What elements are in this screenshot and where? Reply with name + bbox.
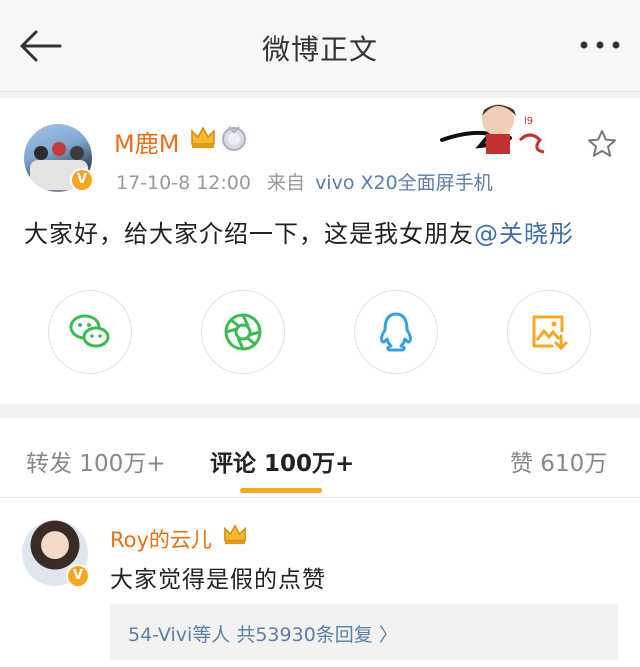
page-title: 微博正文: [261, 33, 378, 66]
verified-badge-icon: V: [70, 168, 94, 192]
replies-link[interactable]: 54-Vivi等人 共53930条回复 〉: [110, 604, 618, 660]
moments-icon: [224, 313, 262, 351]
save-image-button[interactable]: [507, 290, 591, 374]
post-body: 大家好，给大家介绍一下，这是我女朋友: [24, 220, 474, 248]
crown-icon: [224, 524, 246, 545]
medal-icon: [222, 126, 246, 151]
svg-text:l9: l9: [524, 116, 533, 127]
share-qq-button[interactable]: [354, 290, 438, 374]
post-username[interactable]: M鹿M: [114, 124, 179, 159]
nav-bar: 微博正文: [0, 0, 640, 92]
active-tab-indicator: [240, 488, 322, 493]
source-prefix: 来自: [267, 172, 306, 194]
qq-icon: [380, 312, 412, 352]
comment-item: V Roy的云儿 大家觉得是假的点赞 54-Vivi等人 共53930条回复 〉: [0, 498, 640, 667]
tab-like[interactable]: 赞 610万: [510, 444, 607, 478]
mention-link[interactable]: @关晓彤: [474, 220, 574, 248]
tab-repost[interactable]: 转发 100万+: [26, 444, 165, 478]
verified-badge-icon: V: [66, 564, 90, 588]
share-wechat-button[interactable]: [48, 290, 132, 374]
crown-icon: [191, 126, 215, 148]
interaction-tabs: 转发 100万+ 评论 100万+ 赞 610万: [0, 418, 640, 498]
save-image-icon: [532, 315, 568, 351]
wechat-icon: [69, 314, 110, 348]
tab-comment[interactable]: 评论 100万+: [210, 444, 354, 478]
comment-text: 大家觉得是假的点赞: [110, 567, 326, 593]
more-dots-icon[interactable]: [578, 30, 622, 60]
commenter-username[interactable]: Roy的云儿: [110, 524, 212, 554]
post-time: 17-10-8 12:00: [116, 172, 251, 194]
post-source[interactable]: vivo X20全面屏手机: [315, 172, 493, 194]
post-text: 大家好，给大家介绍一下，这是我女朋友@关晓彤: [24, 214, 574, 249]
favorite-star-icon[interactable]: [586, 128, 618, 160]
post-meta: 17-10-8 12:00 来自 vivo X20全面屏手机: [116, 168, 493, 195]
share-moments-button[interactable]: [201, 290, 285, 374]
post-card: V M鹿M 17-10-8 12:00 来自 vivo X20全面屏手机 l9 …: [0, 98, 640, 404]
decorative-sticker-icon: l9: [440, 104, 545, 154]
